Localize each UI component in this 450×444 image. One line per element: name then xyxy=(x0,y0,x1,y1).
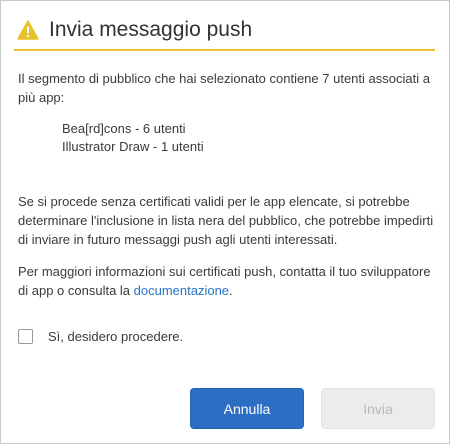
header-divider xyxy=(14,49,435,51)
list-item: Bea[rd]cons - 6 utenti xyxy=(62,121,186,136)
documentation-link[interactable]: documentazione xyxy=(134,283,229,298)
dialog-title: Invia messaggio push xyxy=(49,18,253,41)
cancel-button[interactable]: Annulla xyxy=(190,388,304,429)
info-text: Per maggiori informazioni sui certificat… xyxy=(18,262,436,300)
warning-triangle-icon xyxy=(17,20,39,40)
push-message-dialog: Invia messaggio push Il segmento di pubb… xyxy=(0,0,450,444)
app-list: Bea[rd]cons - 6 utenti Illustrator Draw … xyxy=(62,120,204,156)
warning-text: Se si procede senza certificati validi p… xyxy=(18,194,434,247)
confirm-row[interactable]: Sì, desidero procedere. xyxy=(18,326,183,346)
confirm-checkbox[interactable] xyxy=(18,328,33,344)
confirm-label[interactable]: Sì, desidero procedere. xyxy=(48,329,183,344)
intro-text: Il segmento di pubblico che hai selezion… xyxy=(18,71,430,105)
info-text-suffix: . xyxy=(229,283,233,298)
send-button[interactable]: Invia xyxy=(321,388,435,429)
list-item: Illustrator Draw - 1 utenti xyxy=(62,139,204,154)
dialog-header: Invia messaggio push xyxy=(17,11,435,49)
